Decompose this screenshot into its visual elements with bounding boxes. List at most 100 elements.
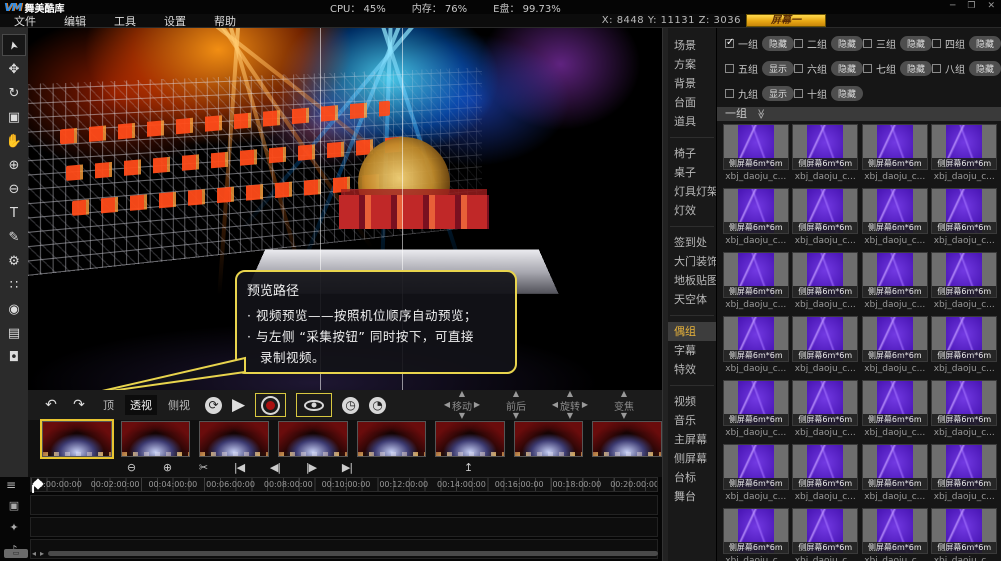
pan-tool[interactable]: ✋: [2, 130, 26, 152]
zoom-out-button[interactable]: ⊖: [123, 461, 139, 474]
arrow-left-icon[interactable]: ◀: [444, 401, 450, 409]
camera-thumbnail[interactable]: [199, 421, 269, 457]
timeline-track-2[interactable]: [30, 517, 658, 537]
redo-button[interactable]: ↷: [70, 397, 88, 413]
prop-card[interactable]: 侧屏幕6m*6m: [792, 380, 858, 426]
prop-item[interactable]: 侧屏幕6m*6m xbj_daoju_c...: [930, 380, 1000, 444]
screen-one-button[interactable]: 屏幕一: [746, 14, 826, 27]
prop-card[interactable]: 侧屏幕6m*6m: [862, 188, 928, 234]
prop-card[interactable]: 侧屏幕6m*6m: [723, 188, 789, 234]
camera-thumbnail[interactable]: [42, 421, 112, 457]
scrollbar-button[interactable]: ▭: [4, 549, 28, 558]
cat-logo[interactable]: 台标: [668, 468, 716, 487]
export-button[interactable]: ↥: [460, 461, 476, 474]
prop-card[interactable]: 侧屏幕6m*6m: [792, 444, 858, 490]
prop-card[interactable]: 侧屏幕6m*6m: [931, 252, 997, 298]
cat-light-rig[interactable]: 灯具灯架: [668, 182, 716, 201]
menu-tools[interactable]: 工具: [100, 13, 150, 29]
timeline-track-1[interactable]: [30, 495, 658, 515]
text-tool[interactable]: T: [2, 202, 26, 224]
cat-gate-decor[interactable]: 大门装饰: [668, 252, 716, 271]
arrow-down-icon[interactable]: ▼: [621, 412, 627, 420]
group-checkbox[interactable]: [932, 64, 941, 73]
group-checkbox[interactable]: [863, 39, 872, 48]
prop-item[interactable]: 侧屏幕6m*6m xbj_daoju_c...: [860, 188, 930, 252]
dpad-rotate[interactable]: ▲ ◀ 旋转 ▶ ▼: [550, 390, 590, 421]
camera-tool[interactable]: ◉: [2, 298, 26, 320]
cat-table[interactable]: 桌子: [668, 163, 716, 182]
prop-card[interactable]: 侧屏幕6m*6m: [862, 380, 928, 426]
cat-subtitle[interactable]: 字幕: [668, 341, 716, 360]
zoom-out-tool[interactable]: ⊖: [2, 178, 26, 200]
arrow-down-icon[interactable]: ▼: [459, 412, 465, 420]
prop-item[interactable]: 侧屏幕6m*6m xbj_daoju_c...: [791, 124, 861, 188]
dpad-move[interactable]: ▲ ◀ 移动 ▶ ▼: [442, 390, 482, 421]
camera-thumbnail[interactable]: [357, 421, 427, 457]
cat-puppet-group[interactable]: 偶组: [668, 322, 716, 341]
scroll-right-icon[interactable]: ▸: [40, 549, 44, 558]
cat-side-screen[interactable]: 侧屏幕: [668, 449, 716, 468]
prop-card[interactable]: 侧屏幕6m*6m: [792, 124, 858, 170]
scrollbar-thumb[interactable]: [48, 551, 658, 556]
view-top[interactable]: 顶: [98, 395, 119, 415]
camera-thumbnail[interactable]: [592, 421, 662, 457]
grid-tool[interactable]: ∷: [2, 274, 26, 296]
step-back-button[interactable]: ◀|: [267, 461, 283, 474]
prop-card[interactable]: 侧屏幕6m*6m: [862, 252, 928, 298]
prop-card[interactable]: 侧屏幕6m*6m: [931, 508, 997, 554]
cat-signin[interactable]: 签到处: [668, 233, 716, 252]
prop-item[interactable]: 侧屏幕6m*6m xbj_daoju_c...: [860, 444, 930, 508]
visibility-toggle-button[interactable]: 隐藏: [900, 36, 932, 51]
arrow-down-icon[interactable]: ▼: [567, 412, 573, 420]
prop-item[interactable]: 侧屏幕6m*6m xbj_daoju_c...: [791, 380, 861, 444]
prop-card[interactable]: 侧屏幕6m*6m: [792, 252, 858, 298]
maximize-button[interactable]: ❐: [967, 1, 975, 11]
visibility-toggle-button[interactable]: 隐藏: [831, 61, 863, 76]
group-checkbox[interactable]: [794, 89, 803, 98]
group-checkbox[interactable]: [794, 64, 803, 73]
group-checkbox[interactable]: [725, 64, 734, 73]
prop-item[interactable]: 侧屏幕6m*6m xbj_daoju_c...: [721, 316, 791, 380]
cut-button[interactable]: ✂: [195, 461, 211, 474]
prop-card[interactable]: 侧屏幕6m*6m: [792, 508, 858, 554]
loop-button[interactable]: ⟳: [205, 397, 222, 414]
timeline-ruler[interactable]: 00:00:00:0000:02:00:0000:04:00:0000:06:0…: [30, 477, 658, 492]
zoom-in-tool[interactable]: ⊕: [2, 154, 26, 176]
prop-card[interactable]: 侧屏幕6m*6m: [792, 188, 858, 234]
visibility-toggle-button[interactable]: 隐藏: [969, 36, 1001, 51]
arrow-right-icon[interactable]: ▶: [582, 401, 588, 409]
camera-thumbnail[interactable]: [121, 421, 191, 457]
prop-card[interactable]: 侧屏幕6m*6m: [931, 316, 997, 362]
layers-tool[interactable]: ▤: [2, 322, 26, 344]
group-checkbox[interactable]: [794, 39, 803, 48]
arrow-right-icon[interactable]: ▶: [474, 401, 480, 409]
group-checkbox[interactable]: [725, 39, 734, 48]
visibility-toggle-button[interactable]: 显示: [762, 61, 794, 76]
prop-card[interactable]: 侧屏幕6m*6m: [862, 316, 928, 362]
visibility-toggle-button[interactable]: 隐藏: [969, 61, 1001, 76]
dpad-zoom[interactable]: ▲ ◀ 变焦 ▶ ▼: [604, 390, 644, 421]
camera-thumbnail[interactable]: [435, 421, 505, 457]
zoom-in-button[interactable]: ⊕: [159, 461, 175, 474]
arrow-down-icon[interactable]: ▼: [513, 412, 519, 420]
go-end-button[interactable]: ▶|: [339, 461, 355, 474]
settings-tool[interactable]: ⚙: [2, 250, 26, 272]
prop-item[interactable]: 侧屏幕6m*6m xbj_daoju_c...: [930, 444, 1000, 508]
step-forward-button[interactable]: |▶: [303, 461, 319, 474]
cat-chair[interactable]: 椅子: [668, 144, 716, 163]
prop-card[interactable]: 侧屏幕6m*6m: [931, 380, 997, 426]
cat-music[interactable]: 音乐: [668, 411, 716, 430]
cat-main-screen[interactable]: 主屏幕: [668, 430, 716, 449]
chevron-down-icon[interactable]: ≫: [753, 109, 767, 119]
visibility-toggle-button[interactable]: 显示: [762, 86, 794, 101]
prop-card[interactable]: 侧屏幕6m*6m: [723, 252, 789, 298]
camera-thumbnail[interactable]: [514, 421, 584, 457]
note-tool[interactable]: ✎: [2, 226, 26, 248]
menu-settings[interactable]: 设置: [150, 13, 200, 29]
arrow-left-icon[interactable]: ◀: [552, 401, 558, 409]
cat-video[interactable]: 视频: [668, 392, 716, 411]
view-perspective[interactable]: 透视: [125, 395, 157, 415]
go-start-button[interactable]: |◀: [231, 461, 247, 474]
close-button[interactable]: ✕: [987, 1, 995, 11]
prop-card[interactable]: 侧屏幕6m*6m: [862, 508, 928, 554]
